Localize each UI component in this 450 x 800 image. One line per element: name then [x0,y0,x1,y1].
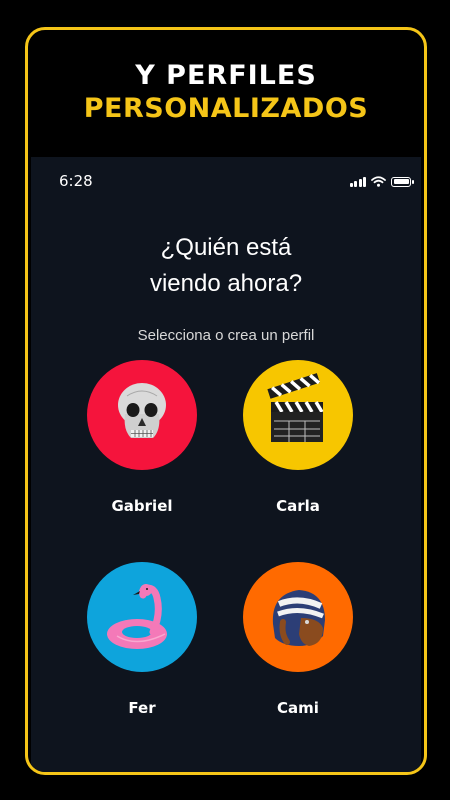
promo-headline: Y PERFILES PERSONALIZADOS [28,60,424,126]
profile-name: Carla [276,497,320,515]
page-subtitle: Selecciona o crea un perfil [137,327,315,344]
avatar-carla [243,360,353,470]
profile-carla[interactable]: Carla [228,360,368,515]
profile-name: Gabriel [111,497,173,515]
profile-name: Cami [277,699,319,717]
battery-icon [391,176,414,187]
profile-cami[interactable]: Cami [228,562,368,717]
status-bar: 6:28 [31,157,421,207]
status-time: 6:28 [59,172,93,190]
page-title: ¿Quién está viendo ahora? [31,230,421,302]
flamingo-float-icon [107,584,167,649]
status-icons [349,176,414,187]
title-line-1: ¿Quién está [160,234,292,261]
profile-name: Fer [128,699,156,717]
helmet-icon [272,590,325,646]
signal-icon [349,176,366,187]
headline-line-1: Y PERFILES [135,60,317,91]
phone-screen: 6:28 ¿Quién está viendo ahora? Seleccion… [31,157,421,772]
headline-line-2: PERSONALIZADOS [83,93,369,124]
clapperboard-icon [267,373,324,442]
wifi-icon [371,176,386,187]
avatar-cami [243,562,353,672]
avatar-fer [87,562,197,672]
skull-icon [118,383,166,438]
profile-gabriel[interactable]: Gabriel [72,360,212,515]
profile-fer[interactable]: Fer [72,562,212,717]
avatar-gabriel [87,360,197,470]
title-line-2: viendo ahora? [149,270,303,297]
promo-frame: Y PERFILES PERSONALIZADOS 6:28 ¿Quién es… [25,27,427,775]
